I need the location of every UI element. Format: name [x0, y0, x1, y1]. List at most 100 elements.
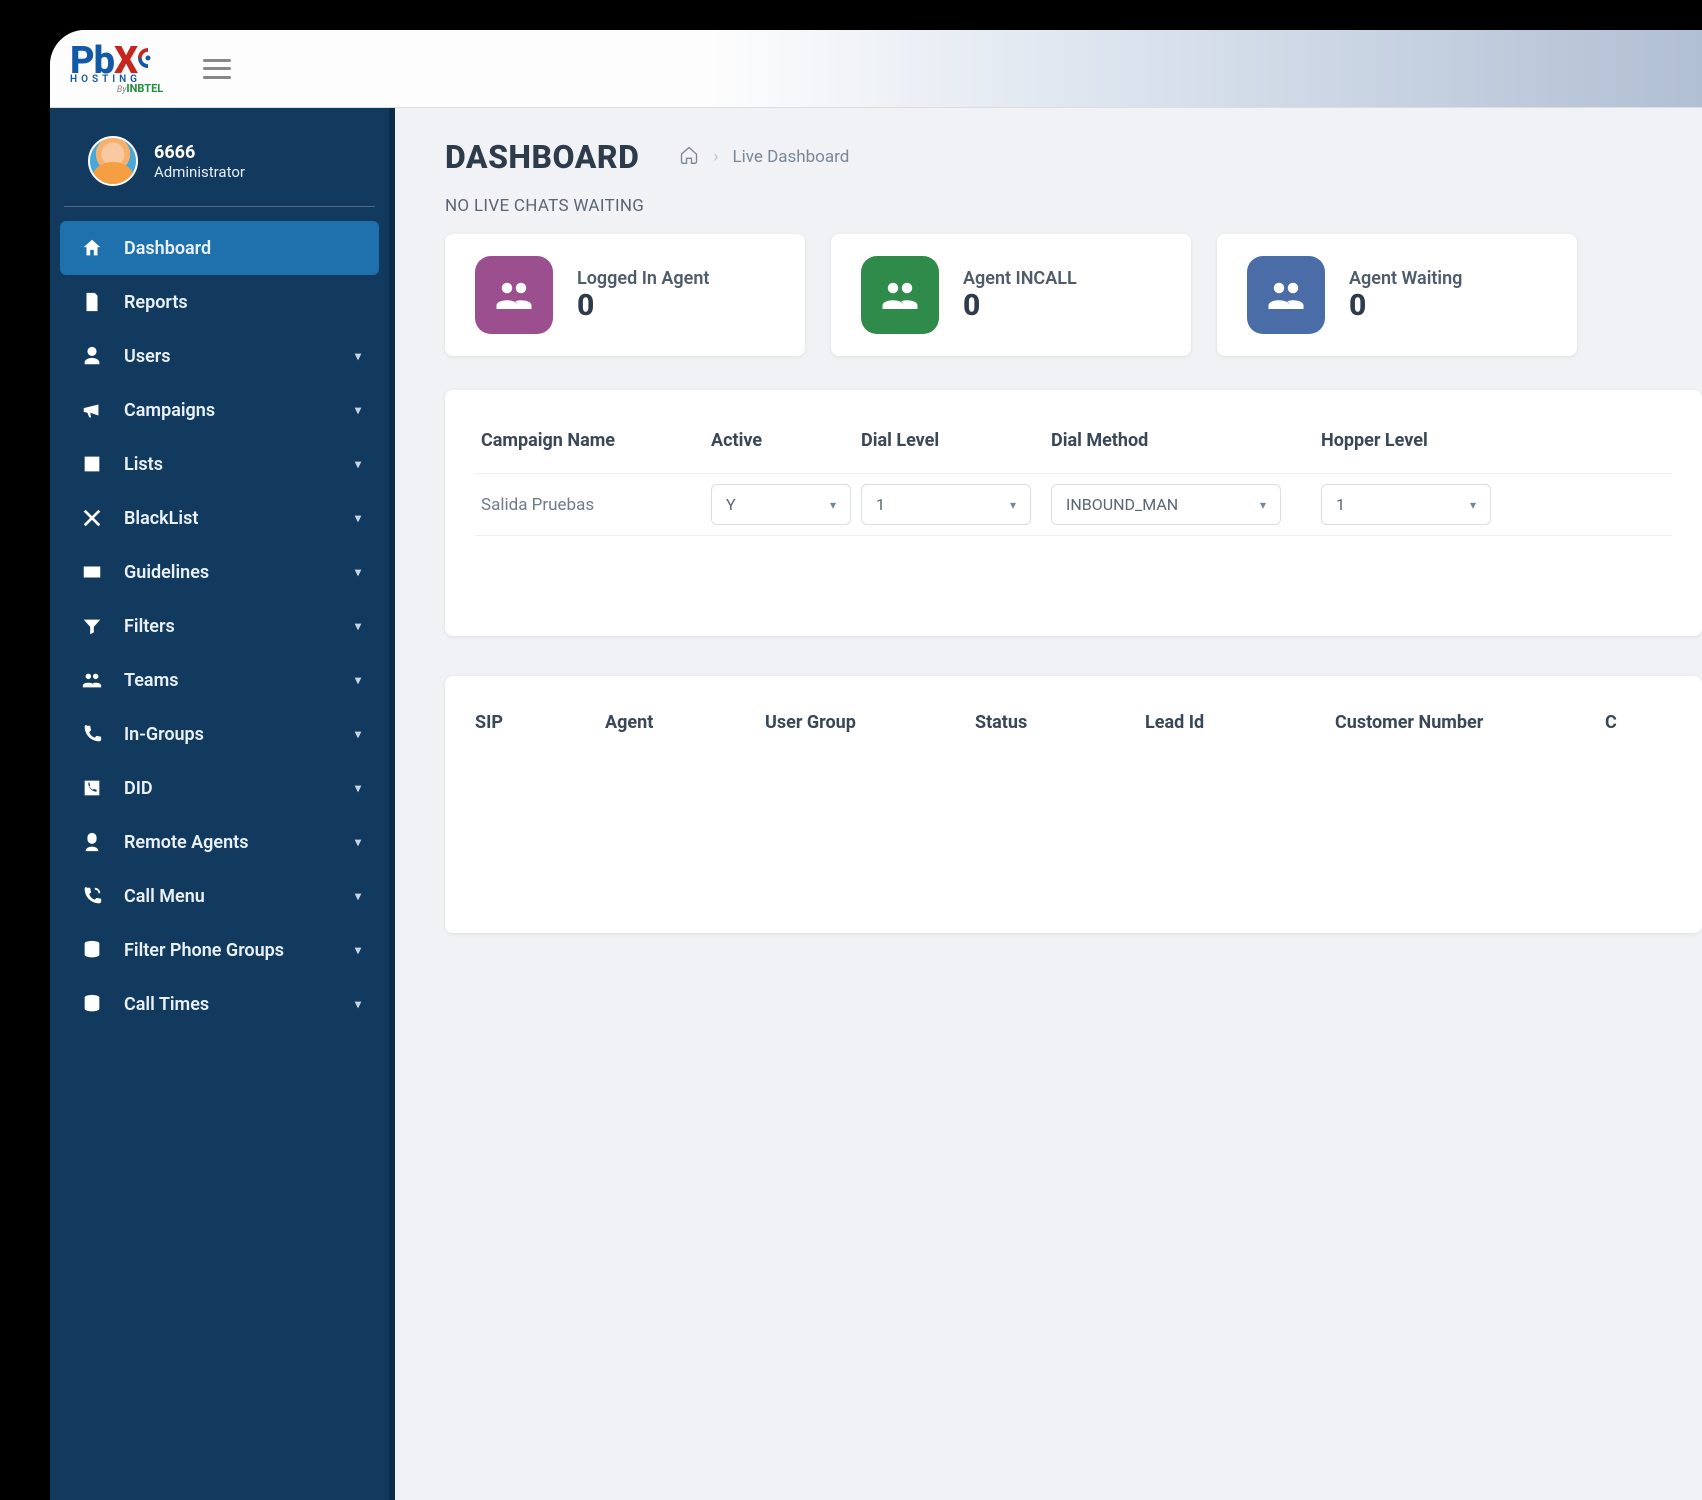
- sidebar-item-filters[interactable]: Filters ▾: [60, 599, 379, 653]
- cell-campaign-name: Salida Pruebas: [481, 495, 701, 515]
- sidebar-item-label: In-Groups: [124, 724, 204, 745]
- menu-toggle-icon[interactable]: [203, 59, 231, 79]
- col-user-group: User Group: [765, 712, 965, 733]
- sidebar-item-label: DID: [124, 778, 153, 799]
- sidebar-item-label: Remote Agents: [124, 832, 248, 853]
- col-campaign-name: Campaign Name: [481, 430, 701, 451]
- table-header-row: Campaign Name Active Dial Level Dial Met…: [475, 420, 1672, 473]
- sidebar-item-label: Lists: [124, 454, 163, 475]
- chevron-down-icon: ▾: [355, 727, 361, 741]
- select-dial-level[interactable]: 1 ▾: [861, 484, 1031, 525]
- chevron-down-icon: ▾: [1260, 498, 1266, 512]
- sidebar-item-ingroups[interactable]: In-Groups ▾: [60, 707, 379, 761]
- utensils-crossed-icon: [78, 507, 106, 529]
- sidebar-item-guidelines[interactable]: Guidelines ▾: [60, 545, 379, 599]
- chevron-down-icon: ▾: [1470, 498, 1476, 512]
- card-value: 0: [577, 289, 709, 322]
- col-sip: SIP: [475, 712, 595, 733]
- phone-icon: [78, 723, 106, 745]
- col-dial-method: Dial Method: [1051, 430, 1311, 451]
- database-icon: [78, 993, 106, 1015]
- user-id: 6666: [154, 142, 245, 163]
- chevron-down-icon: ▾: [355, 673, 361, 687]
- sidebar-item-label: Guidelines: [124, 562, 209, 583]
- chevron-down-icon: ▾: [355, 619, 361, 633]
- sidebar-item-label: Call Times: [124, 994, 209, 1015]
- chevron-down-icon: ▾: [355, 565, 361, 579]
- col-partial: C: [1605, 712, 1665, 733]
- select-hopper-level[interactable]: 1 ▾: [1321, 484, 1491, 525]
- sidebar-item-remote-agents[interactable]: Remote Agents ▾: [60, 815, 379, 869]
- user-icon: [78, 345, 106, 367]
- home-icon[interactable]: [679, 145, 699, 170]
- campaign-panel: Campaign Name Active Dial Level Dial Met…: [445, 390, 1702, 636]
- sidebar-item-filter-phone-groups[interactable]: Filter Phone Groups ▾: [60, 923, 379, 977]
- profile-block[interactable]: 6666 Administrator: [64, 118, 375, 207]
- sidebar-item-label: Call Menu: [124, 886, 205, 907]
- sidebar-item-call-menu[interactable]: Call Menu ▾: [60, 869, 379, 923]
- table-row: Salida Pruebas Y ▾ 1 ▾ INBOUND_MAN ▾: [475, 473, 1672, 536]
- table-header-row: SIP Agent User Group Status Lead Id Cust…: [475, 712, 1672, 733]
- chevron-down-icon: ▾: [355, 835, 361, 849]
- card-logged-in-agent: Logged In Agent 0: [445, 234, 805, 356]
- users-icon: [1247, 256, 1325, 334]
- home-icon: [78, 237, 106, 259]
- status-text: NO LIVE CHATS WAITING: [445, 196, 1702, 216]
- chevron-right-icon: ›: [713, 147, 718, 167]
- phone-square-icon: [78, 777, 106, 799]
- sidebar-item-label: BlackList: [124, 508, 198, 529]
- select-dial-method[interactable]: INBOUND_MAN ▾: [1051, 484, 1281, 525]
- sidebar-item-reports[interactable]: Reports: [60, 275, 379, 329]
- sidebar: 6666 Administrator Dashboard Reports: [50, 108, 395, 1500]
- chevron-down-icon: ▾: [355, 997, 361, 1011]
- sidebar-item-campaigns[interactable]: Campaigns ▾: [60, 383, 379, 437]
- sidebar-item-label: Reports: [124, 292, 188, 313]
- col-dial-level: Dial Level: [861, 430, 1041, 451]
- col-customer-number: Customer Number: [1335, 712, 1595, 733]
- megaphone-icon: [78, 399, 106, 421]
- sidebar-item-users[interactable]: Users ▾: [60, 329, 379, 383]
- sidebar-item-label: Campaigns: [124, 400, 215, 421]
- user-role: Administrator: [154, 163, 245, 181]
- sidebar-item-lists[interactable]: Lists ▾: [60, 437, 379, 491]
- chevron-down-icon: ▾: [355, 511, 361, 525]
- chevron-down-icon: ▾: [355, 943, 361, 957]
- sidebar-item-dashboard[interactable]: Dashboard: [60, 221, 379, 275]
- sidebar-item-teams[interactable]: Teams ▾: [60, 653, 379, 707]
- card-label: Agent INCALL: [963, 268, 1077, 289]
- select-active[interactable]: Y ▾: [711, 484, 851, 525]
- list-icon: [78, 453, 106, 475]
- col-agent: Agent: [605, 712, 755, 733]
- sidebar-item-label: Users: [124, 346, 171, 367]
- breadcrumb: › Live Dashboard: [679, 145, 849, 170]
- sidebar-item-label: Filters: [124, 616, 175, 637]
- chevron-down-icon: ▾: [355, 349, 361, 363]
- card-value: 0: [963, 289, 1077, 322]
- chevron-down-icon: ▾: [355, 889, 361, 903]
- signal-icon: [133, 43, 163, 73]
- card-label: Agent Waiting: [1349, 268, 1462, 289]
- phone-volume-icon: [78, 885, 106, 907]
- card-agent-waiting: Agent Waiting 0: [1217, 234, 1577, 356]
- sidebar-item-label: Teams: [124, 670, 179, 691]
- brand-logo: Pb X HOSTING ByINBTEL: [70, 43, 163, 93]
- credit-card-icon: [78, 561, 106, 583]
- agent-icon: [78, 831, 106, 853]
- col-status: Status: [975, 712, 1135, 733]
- sidebar-item-blacklist[interactable]: BlackList ▾: [60, 491, 379, 545]
- main-content: DASHBOARD › Live Dashboard NO LIVE CHATS…: [395, 108, 1702, 1500]
- breadcrumb-current: Live Dashboard: [732, 147, 849, 167]
- sidebar-item-did[interactable]: DID ▾: [60, 761, 379, 815]
- card-agent-incall: Agent INCALL 0: [831, 234, 1191, 356]
- filter-icon: [78, 615, 106, 637]
- sidebar-item-call-times[interactable]: Call Times ▾: [60, 977, 379, 1031]
- page-title: DASHBOARD: [445, 138, 639, 176]
- users-icon: [475, 256, 553, 334]
- sidebar-item-label: Dashboard: [124, 238, 211, 259]
- topbar: Pb X HOSTING ByINBTEL: [50, 30, 1702, 108]
- col-hopper-level: Hopper Level: [1321, 430, 1501, 451]
- card-value: 0: [1349, 289, 1462, 322]
- chevron-down-icon: ▾: [1010, 498, 1016, 512]
- users-icon: [861, 256, 939, 334]
- chevron-down-icon: ▾: [355, 781, 361, 795]
